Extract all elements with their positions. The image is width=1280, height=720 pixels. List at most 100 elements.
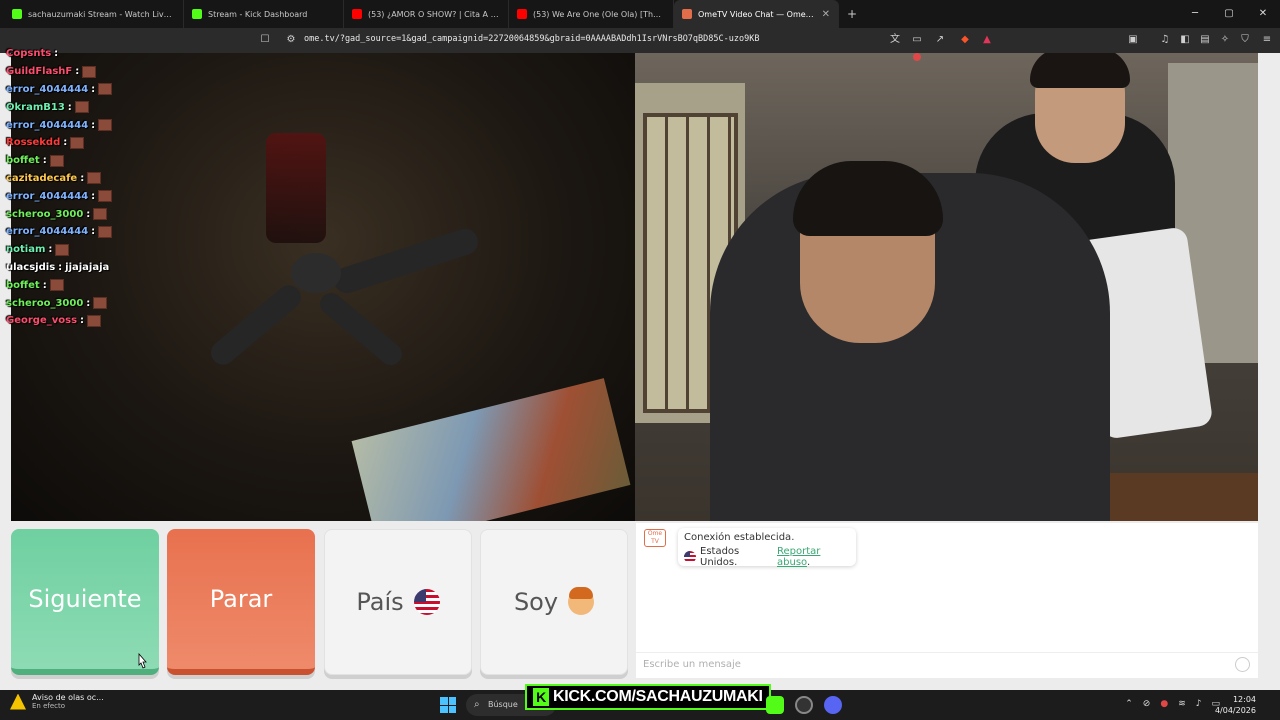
chat-username: boffet xyxy=(6,155,40,167)
chat-username: error_4044444 xyxy=(6,83,89,95)
country-label: País xyxy=(356,588,404,616)
next-label: Siguiente xyxy=(28,585,142,613)
favicon-icon xyxy=(12,9,22,19)
stop-button[interactable]: Parar xyxy=(167,529,315,675)
tab-label: (53) ¿AMOR O SHOW? | Cita A Ciega xyxy=(368,9,500,19)
close-window-icon[interactable]: ✕ xyxy=(1246,0,1280,28)
weather-notification[interactable]: Aviso de olas oc... En efecto xyxy=(10,693,104,710)
self-video xyxy=(635,53,1258,521)
emote-icon xyxy=(74,101,89,114)
emote-icon xyxy=(70,136,85,149)
chat-colon: : xyxy=(86,208,91,220)
background-person-hair xyxy=(1030,53,1130,88)
share-icon[interactable]: ↗ xyxy=(933,33,947,47)
network-off-icon[interactable]: ⊘ xyxy=(1143,699,1151,709)
chat-line: error_4044444: xyxy=(6,187,146,205)
wallet-icon[interactable]: ▤ xyxy=(1198,33,1212,47)
country-button[interactable]: País xyxy=(324,529,472,675)
country-row: Estados Unidos. Reportar abuso. xyxy=(684,546,850,568)
brave-shield-icon[interactable]: ◆ xyxy=(958,33,972,47)
chat-line: error_4044444: xyxy=(6,223,146,241)
favicon-icon xyxy=(352,9,362,19)
chat-line: George_voss: xyxy=(6,312,146,330)
browser-tab[interactable]: sachauzumaki Stream - Watch Live o xyxy=(4,0,184,28)
ceiling-fan xyxy=(291,253,341,293)
cast-icon[interactable]: ▭ xyxy=(910,33,924,47)
browser-tab[interactable]: OmeTV Video Chat — Omegle ✕ xyxy=(674,0,839,28)
sidebar-toggle-icon[interactable]: ▣ xyxy=(1126,33,1140,47)
emote-icon xyxy=(93,297,108,310)
ometv-page: Copsnts: GuildFlashF: error_4044444: OkramB… xyxy=(0,48,1280,690)
url-field[interactable]: ome.tv/?gad_source=1&gad_campaignid=2272… xyxy=(304,34,759,44)
chat-username: George_voss xyxy=(6,315,78,327)
emote-icon xyxy=(49,154,64,167)
chat-colon: : xyxy=(91,119,96,131)
clock[interactable]: 12:04 4/04/2026 xyxy=(1215,694,1256,716)
system-message: Conexión establecida. Estados Unidos. Re… xyxy=(678,528,856,568)
fan-blade xyxy=(206,280,306,370)
site-info-icon[interactable]: ⚙ xyxy=(284,33,298,47)
close-tab-icon[interactable]: ✕ xyxy=(822,9,830,20)
wifi-icon[interactable]: ≋ xyxy=(1178,699,1186,709)
connection-status: Conexión establecida. xyxy=(684,532,795,543)
browser-tab-bar: sachauzumaki Stream - Watch Live o Stream… xyxy=(0,0,1280,28)
start-button[interactable] xyxy=(440,697,456,713)
vpn-icon[interactable]: ⛉ xyxy=(1238,33,1252,47)
obs-icon[interactable] xyxy=(795,696,813,714)
emote-icon xyxy=(98,225,113,238)
tab-list: sachauzumaki Stream - Watch Live o Stream… xyxy=(4,0,839,28)
stream-chat-overlay: Copsnts: GuildFlashF: error_4044444: OkramB… xyxy=(6,45,146,330)
chat-line: boffet: xyxy=(6,276,146,294)
address-bar: ☐ ⚙ ome.tv/?gad_source=1&gad_campaignid=… xyxy=(0,28,1280,53)
emoji-icon[interactable] xyxy=(1235,657,1250,672)
chat-colon: : xyxy=(48,244,53,256)
bookmark-icon[interactable]: ☐ xyxy=(258,33,272,47)
boy-face-icon xyxy=(568,587,595,615)
kick-url: KICK.COM/SACHAUZUMAKI xyxy=(553,688,763,705)
microphone-icon[interactable]: ● xyxy=(1160,699,1168,709)
emote-icon xyxy=(87,314,102,327)
minimize-icon[interactable]: ─ xyxy=(1178,0,1212,28)
translate-icon[interactable]: 文 xyxy=(888,33,902,47)
browser-tab[interactable]: (53) We Are One (Ole Ola) [The Offic xyxy=(509,0,674,28)
stop-label: Parar xyxy=(209,585,273,613)
fan-blade xyxy=(330,225,482,297)
mouse-cursor-icon xyxy=(138,653,147,669)
chat-colon: : xyxy=(42,155,47,167)
chat-username: boffet xyxy=(6,279,40,291)
panel-icon[interactable]: ◧ xyxy=(1178,33,1192,47)
emote-icon xyxy=(93,208,108,221)
chat-username: error_4044444 xyxy=(6,190,89,202)
chevron-up-icon[interactable]: ⌃ xyxy=(1125,699,1133,709)
maximize-icon[interactable]: ▢ xyxy=(1212,0,1246,28)
volume-icon[interactable]: ♪ xyxy=(1196,699,1202,709)
browser-tab[interactable]: Stream - Kick Dashboard xyxy=(184,0,344,28)
phone-screen xyxy=(351,378,631,521)
chat-username: scheroo_3000 xyxy=(6,297,84,309)
chat-line: OkramB13: xyxy=(6,98,146,116)
gender-button[interactable]: Soy xyxy=(480,529,628,675)
fan-blade xyxy=(315,288,407,370)
chat-username: GuildFlashF xyxy=(6,66,73,78)
notification-title: Aviso de olas oc... xyxy=(32,693,104,702)
browser-tab[interactable]: (53) ¿AMOR O SHOW? | Cita A Ciega xyxy=(344,0,509,28)
kick-logo-icon: K xyxy=(533,688,549,706)
new-tab-button[interactable]: + xyxy=(839,7,865,21)
chat-line: notiam: xyxy=(6,241,146,259)
favicon-icon xyxy=(682,9,692,19)
chat-username: ulacsjdis xyxy=(6,261,56,273)
message-input[interactable]: Escribe un mensaje xyxy=(636,652,1258,676)
kick-app-icon[interactable] xyxy=(766,696,784,714)
chat-colon: : xyxy=(80,315,85,327)
menu-icon[interactable]: ≡ xyxy=(1260,33,1274,47)
report-abuse-link[interactable]: Reportar abuso xyxy=(777,546,820,568)
chat-colon: : xyxy=(63,137,68,149)
brave-rewards-icon[interactable]: ▲ xyxy=(980,33,994,47)
us-flag-icon xyxy=(684,551,696,563)
discord-icon[interactable] xyxy=(824,696,842,714)
media-icon[interactable]: ♫ xyxy=(1158,33,1172,47)
chat-colon: : xyxy=(75,66,80,78)
chat-colon: : xyxy=(67,101,72,113)
tab-label: Stream - Kick Dashboard xyxy=(208,9,308,19)
leo-ai-icon[interactable]: ✧ xyxy=(1218,33,1232,47)
